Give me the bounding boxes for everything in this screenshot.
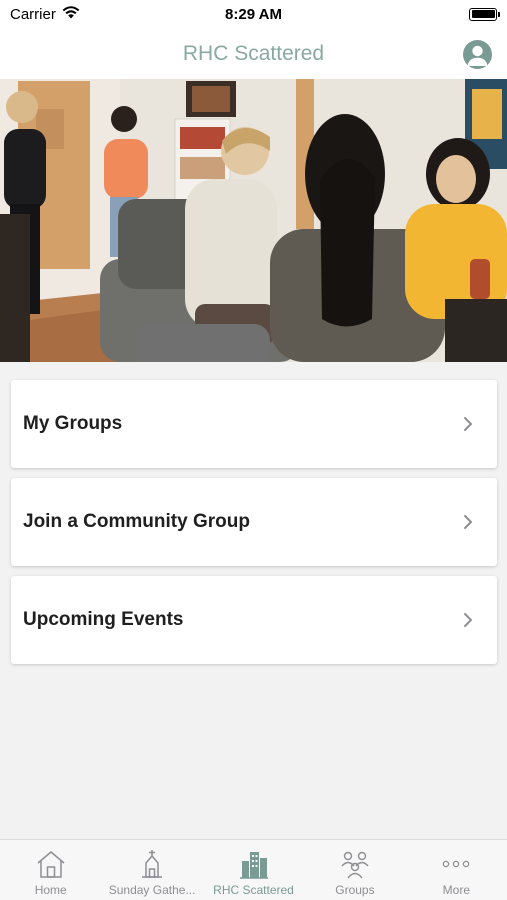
upcoming-events-row[interactable]: Upcoming Events bbox=[11, 576, 497, 664]
hero-image bbox=[0, 79, 507, 362]
my-groups-row[interactable]: My Groups bbox=[11, 380, 497, 468]
house-icon bbox=[35, 848, 67, 880]
upcoming-events-label: Upcoming Events bbox=[23, 609, 184, 630]
join-community-group-label: Join a Community Group bbox=[23, 511, 250, 532]
tab-home-label: Home bbox=[34, 883, 67, 897]
carrier-label: Carrier bbox=[10, 5, 56, 23]
tab-more-label: More bbox=[442, 883, 470, 897]
status-left: Carrier bbox=[10, 6, 80, 23]
navigation-bar: RHC Scattered bbox=[0, 28, 507, 79]
tab-more[interactable]: More bbox=[406, 840, 507, 900]
chevron-right-icon bbox=[463, 612, 473, 628]
chevron-right-icon bbox=[463, 514, 473, 530]
join-community-group-row[interactable]: Join a Community Group bbox=[11, 478, 497, 566]
page-title: RHC Scattered bbox=[182, 41, 325, 65]
battery-icon bbox=[469, 7, 500, 21]
tab-sunday-gatherings-label: Sunday Gathe... bbox=[108, 883, 196, 897]
church-icon bbox=[140, 848, 164, 880]
tab-groups-label: Groups bbox=[335, 883, 375, 897]
tab-groups[interactable]: Groups bbox=[304, 840, 405, 900]
tab-home[interactable]: Home bbox=[0, 840, 101, 900]
tab-rhc-scattered[interactable]: RHC Scattered bbox=[203, 840, 304, 900]
my-groups-label: My Groups bbox=[23, 413, 123, 434]
tab-rhc-scattered-label: RHC Scattered bbox=[213, 883, 294, 897]
chevron-right-icon bbox=[463, 416, 473, 432]
status-bar: Carrier 8:29 AM bbox=[0, 0, 507, 28]
people-icon bbox=[338, 848, 372, 880]
ellipsis-icon bbox=[440, 848, 472, 880]
tab-sunday-gatherings[interactable]: Sunday Gathe... bbox=[101, 840, 202, 900]
profile-icon[interactable] bbox=[463, 40, 492, 69]
buildings-icon bbox=[238, 848, 270, 880]
wifi-icon bbox=[62, 5, 80, 23]
tab-bar: Home Sunday Gathe... RHC Scattered Group… bbox=[0, 839, 507, 900]
